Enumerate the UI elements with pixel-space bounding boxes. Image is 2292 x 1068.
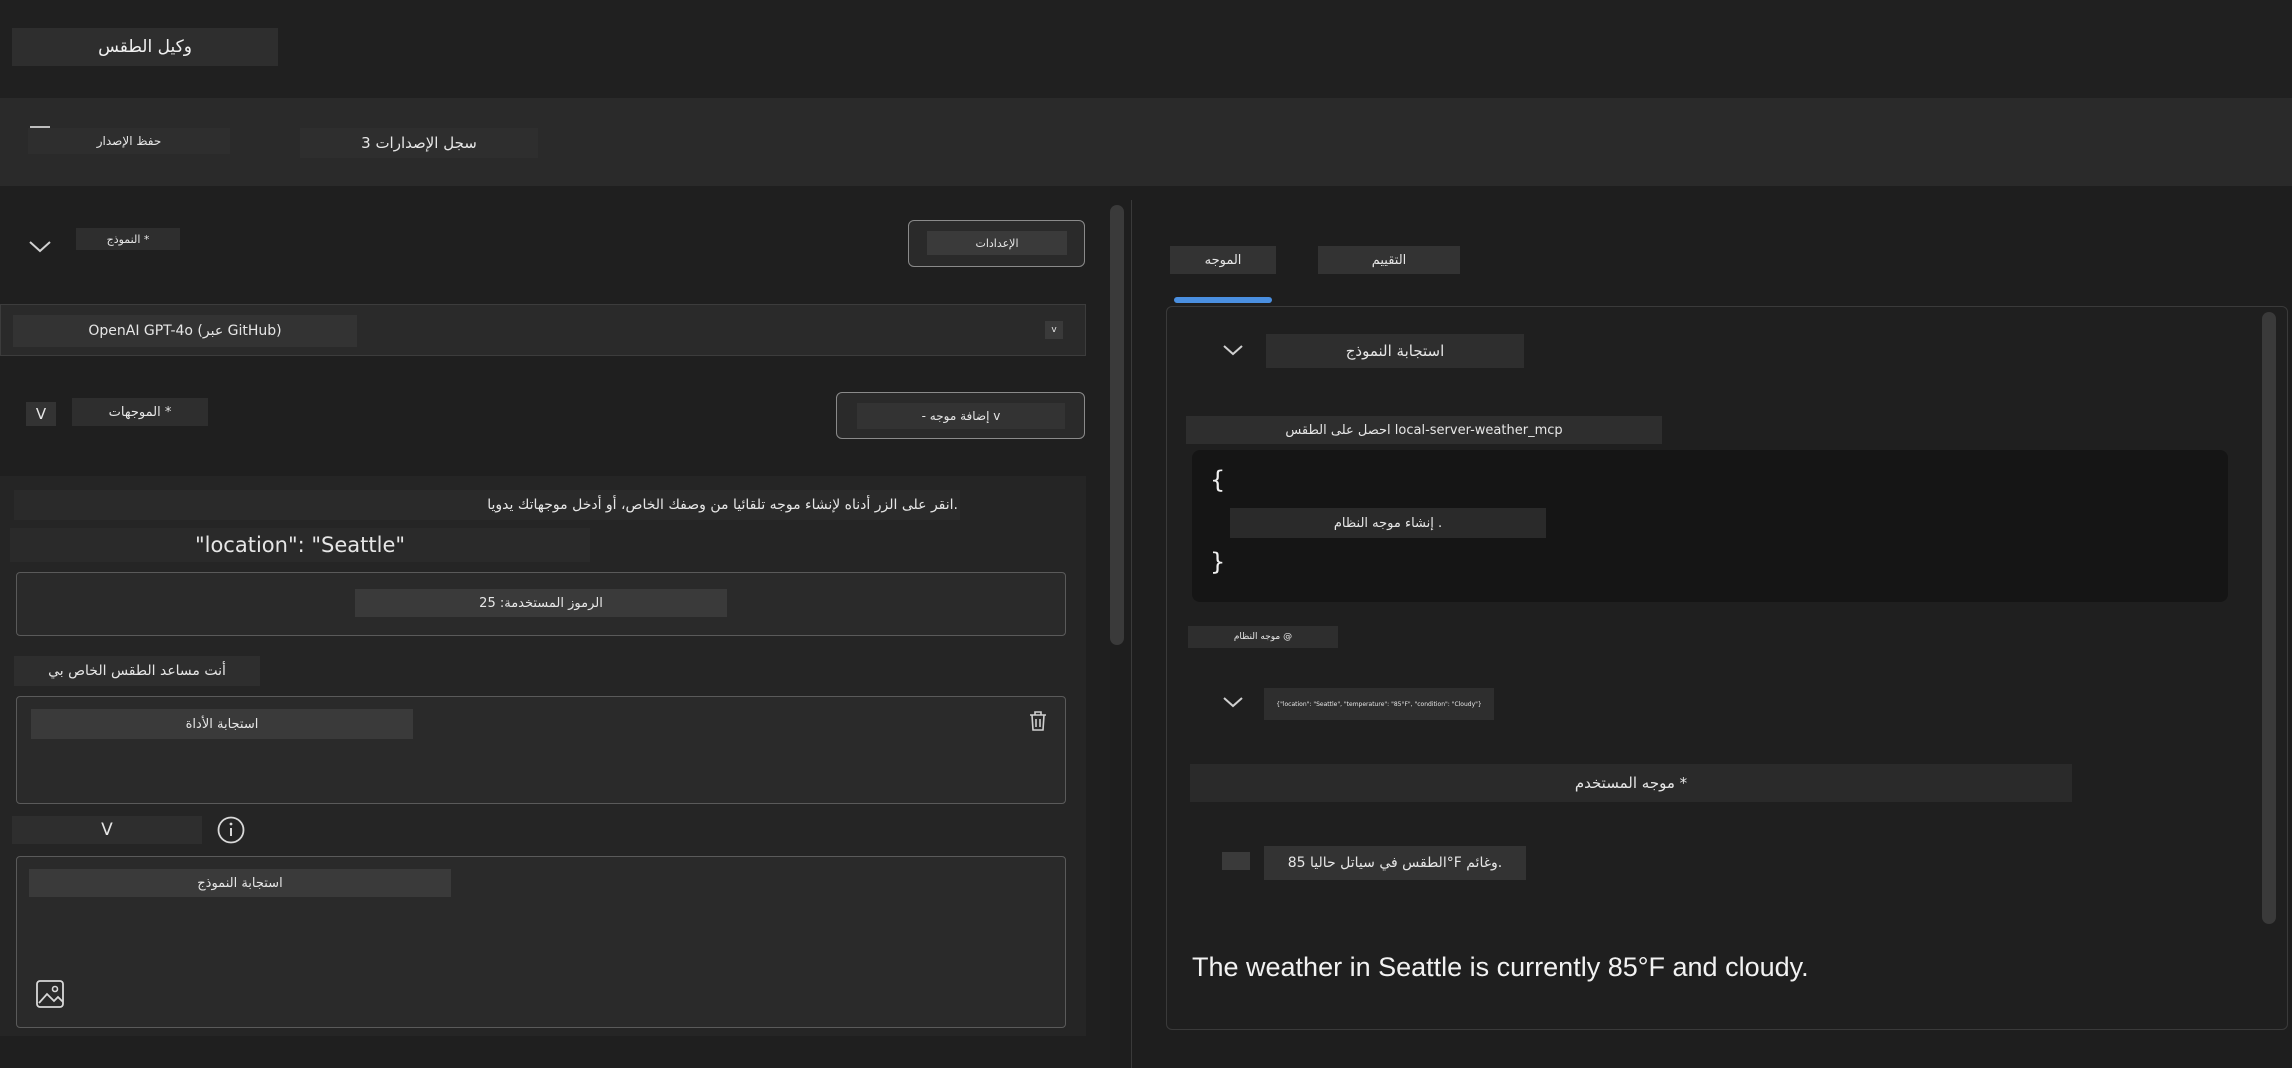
code-block: { إنشاء موجه النظام . }	[1192, 450, 2228, 602]
code-close-brace: }	[1210, 548, 1226, 576]
code-open-brace: {	[1210, 466, 1226, 494]
response-toggle[interactable]: V	[12, 816, 202, 844]
model-response-header: استجابة النموذج	[1266, 334, 1524, 368]
system-prompt-tag: موجه النظام @	[1188, 626, 1338, 648]
right-scrollbar[interactable]	[2262, 312, 2276, 924]
image-icon[interactable]	[35, 979, 65, 1009]
model-response-label: استجابة النموذج	[29, 869, 451, 897]
prompt-preview	[1166, 306, 2288, 1030]
prompts-label: الموجهات *	[72, 398, 208, 426]
tokens-box: الرموز المستخدمة: 25	[16, 572, 1066, 636]
info-icon[interactable]	[216, 815, 246, 845]
prompts-toggle[interactable]: V	[26, 402, 56, 426]
app-title: وكيل الطقس	[12, 28, 278, 66]
model-select[interactable]: OpenAI GPT-4o (عبر GitHub) v	[0, 304, 1086, 356]
add-prompt-button[interactable]: - إضافة موجه v	[836, 392, 1085, 439]
model-label: النموذج *	[76, 228, 180, 250]
chevron-down-icon[interactable]	[1220, 690, 1246, 714]
settings-label: الإعدادات	[927, 231, 1067, 255]
model-response-box[interactable]: استجابة النموذج	[16, 856, 1066, 1028]
settings-button[interactable]: الإعدادات	[908, 220, 1085, 267]
instructions-text: انقر على الزر أدناه لإنشاء موجه تلقائيا …	[14, 490, 960, 520]
tab-prompt[interactable]: الموجه	[1170, 246, 1276, 274]
assistant-reply-arabic: الطقس في سياتل حاليا 85°F وغائم.	[1264, 846, 1526, 880]
toolbar: حفظ الإصدار 3 سجل الإصدارات	[0, 98, 2292, 186]
chevron-down-icon[interactable]	[26, 232, 54, 260]
save-version-button[interactable]: حفظ الإصدار	[28, 128, 230, 154]
system-text: أنت مساعد الطقس الخاص بي	[14, 656, 260, 686]
tool-response-label: استجابة الأداة	[31, 709, 413, 739]
user-avatar	[1222, 852, 1250, 870]
left-scrollbar[interactable]	[1110, 205, 1124, 645]
code-inner-text: إنشاء موجه النظام .	[1230, 508, 1546, 538]
tool-json: {"location": "Seattle", "temperature": "…	[1264, 688, 1494, 720]
tool-response-box[interactable]: استجابة الأداة	[16, 696, 1066, 804]
active-tab-indicator	[1174, 297, 1272, 303]
model-value: OpenAI GPT-4o (عبر GitHub)	[13, 315, 357, 347]
tool-call-label: احصل على الطقس local-server-weather_mcp	[1186, 416, 1662, 444]
user-prompt-header: موجه المستخدم *	[1190, 764, 2072, 802]
assistant-reply-english: The weather in Seattle is currently 85°F…	[1192, 952, 1809, 982]
trash-icon[interactable]	[1027, 709, 1049, 733]
version-history-button[interactable]: 3 سجل الإصدارات	[300, 128, 538, 158]
model-chevron[interactable]: v	[1045, 321, 1063, 339]
add-prompt-label: - إضافة موجه v	[857, 403, 1065, 429]
tokens-used: الرموز المستخدمة: 25	[355, 589, 727, 617]
tab-evaluation[interactable]: التقييم	[1318, 246, 1460, 274]
location-line: "location": "Seattle"	[10, 528, 590, 562]
chevron-down-icon[interactable]	[1220, 338, 1246, 362]
title-bar: وكيل الطقس	[0, 0, 2292, 98]
